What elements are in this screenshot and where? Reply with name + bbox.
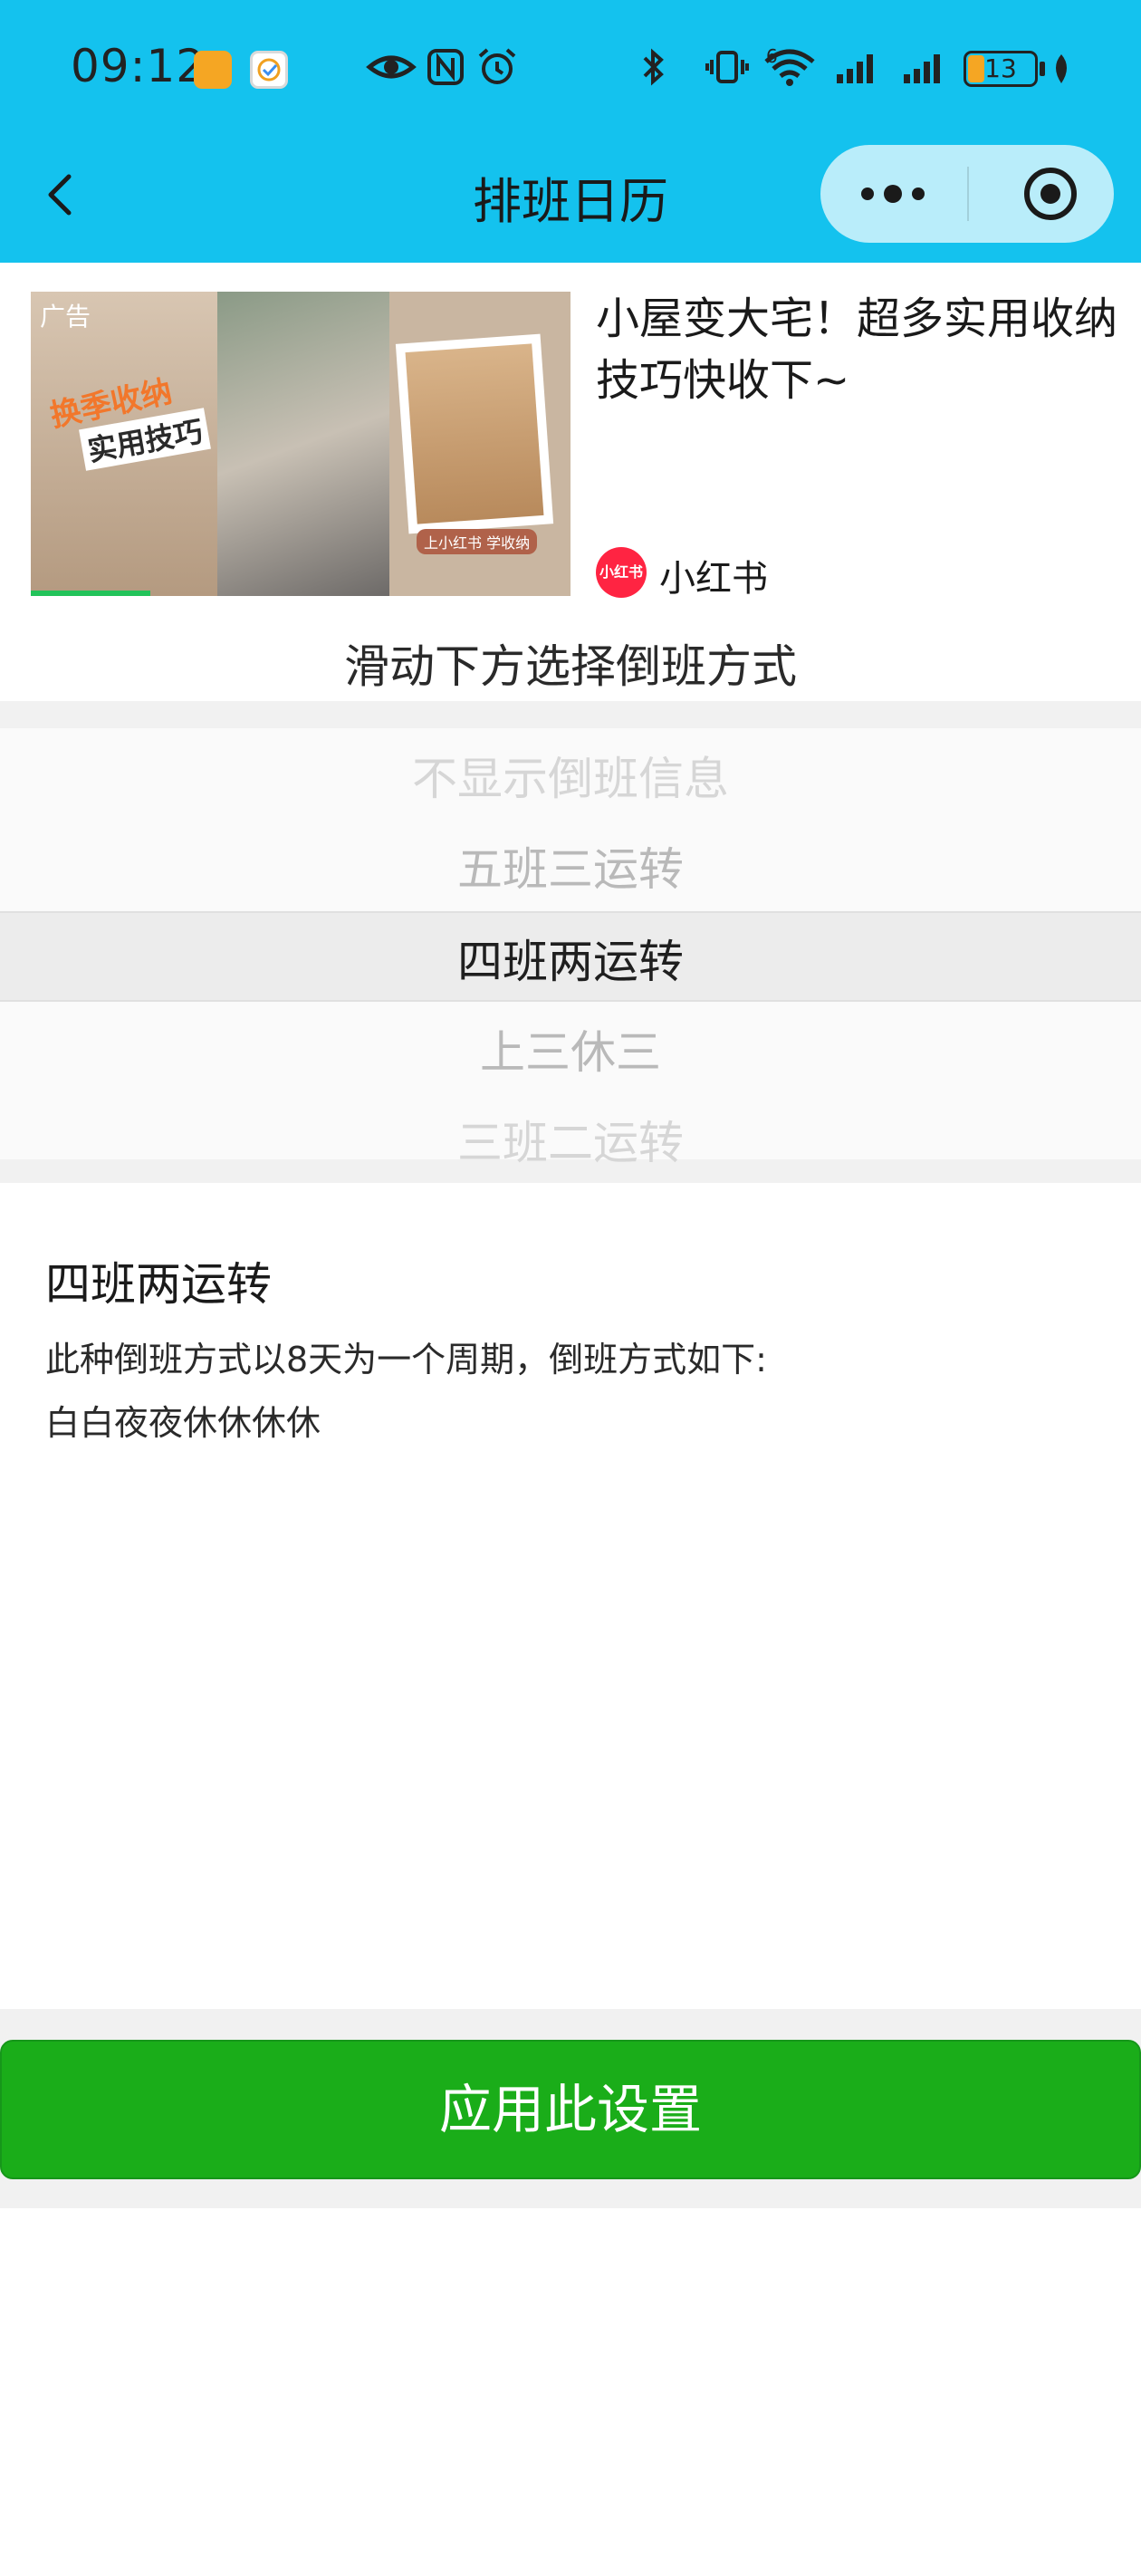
picker-option-selected[interactable]: 四班两运转 [0, 926, 1141, 991]
mini-program-capsule [820, 145, 1114, 243]
picker-option[interactable]: 不显示倒班信息 [0, 743, 1141, 808]
battery-level: 13 [984, 53, 1017, 83]
signal-strength-2-icon [900, 47, 951, 91]
ad-brand-name[interactable]: 小红书 [659, 549, 768, 601]
shift-description-title: 四班两运转 [45, 1258, 272, 1311]
signal-label: 6 [766, 45, 778, 67]
section-divider [0, 2009, 1141, 2036]
back-button[interactable] [36, 154, 91, 235]
alarm-icon [476, 47, 518, 91]
picker-hint: 滑动下方选择倒班方式 [344, 640, 797, 693]
app-notification-icon [194, 51, 232, 89]
ad-progress-bar [31, 591, 150, 596]
vibrate-icon [705, 47, 750, 91]
page-title: 排班日历 [473, 173, 668, 230]
picker-option[interactable]: 五班三运转 [0, 833, 1141, 899]
eye-icon [366, 47, 417, 91]
ad-image[interactable]: 广告 换季收纳 实用技巧 上小红书 学收纳 [31, 292, 570, 596]
more-dots-icon [861, 185, 925, 203]
ad-badge: 广告 [40, 302, 91, 332]
picker-option[interactable]: 三班二运转 [0, 1107, 1141, 1172]
status-bar: 09:12 6 13 [0, 0, 1141, 145]
picker-option[interactable]: 上三休三 [0, 1016, 1141, 1081]
more-button[interactable] [820, 145, 965, 243]
ad-wardrobe-photo [395, 333, 554, 534]
apply-settings-button[interactable]: 应用此设置 [0, 2040, 1141, 2179]
bluetooth-icon [639, 47, 666, 91]
signal-strength-icon [833, 47, 884, 91]
ad-image-text-3: 上小红书 学收纳 [417, 529, 538, 554]
task-check-icon [250, 51, 288, 89]
ad-panel-middle [217, 292, 389, 596]
leaf-icon [1050, 53, 1072, 89]
shift-pattern-text: 白白夜夜休休休休 [45, 1403, 321, 1443]
nfc-icon [426, 47, 465, 91]
ad-brand-logo: 小红书 [596, 547, 647, 598]
ad-title[interactable]: 小屋变大宅！超多实用收纳技巧快收下~ [596, 288, 1121, 411]
status-time: 09:12 [71, 40, 206, 92]
battery-icon: 13 [964, 51, 1038, 87]
chevron-left-icon [48, 174, 72, 216]
shift-description-text: 此种倒班方式以8天为一个周期，倒班方式如下: [45, 1340, 767, 1379]
target-circle-icon [1024, 168, 1077, 220]
battery-tip-icon [1040, 62, 1045, 76]
close-button[interactable] [969, 145, 1114, 243]
